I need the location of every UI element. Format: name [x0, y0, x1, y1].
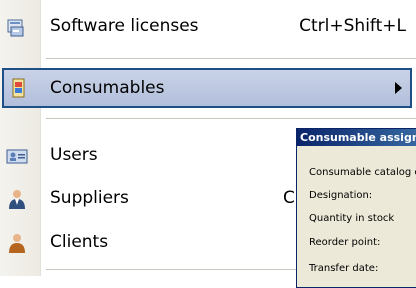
field-label-reorder-point: Reorder point: — [309, 237, 381, 248]
clients-icon — [6, 232, 28, 254]
field-label-catalog-code: Consumable catalog cod — [309, 167, 416, 178]
menu-item-shortcut: C — [283, 188, 295, 208]
suppliers-icon — [6, 188, 28, 210]
dialog-title: Consumable assignme — [297, 129, 416, 146]
menu-item-label: Software licenses — [50, 16, 199, 36]
menu-item-label: Consumables — [50, 78, 165, 98]
consumables-icon — [8, 77, 30, 99]
users-icon — [6, 145, 28, 167]
menu-item-label: Clients — [50, 232, 109, 252]
field-label-quantity-in-stock: Quantity in stock — [309, 213, 395, 224]
software-licenses-icon — [6, 16, 28, 38]
menu-item-label: Suppliers — [50, 188, 129, 208]
menu-separator — [46, 118, 416, 119]
field-label-designation: Designation: — [309, 190, 373, 201]
field-label-transfer-date: Transfer date: — [309, 263, 379, 274]
submenu-arrow-icon — [395, 82, 402, 94]
menu-item-software-licenses[interactable]: Software licenses Ctrl+Shift+L — [0, 4, 416, 48]
menu-item-shortcut: Ctrl+Shift+L — [299, 16, 406, 36]
menu-item-label: Users — [50, 145, 98, 165]
menu-separator — [46, 58, 416, 59]
menu-item-consumables[interactable]: Consumables — [2, 68, 412, 108]
consumable-assignment-dialog: Consumable assignme Consumable catalog c… — [296, 128, 416, 288]
